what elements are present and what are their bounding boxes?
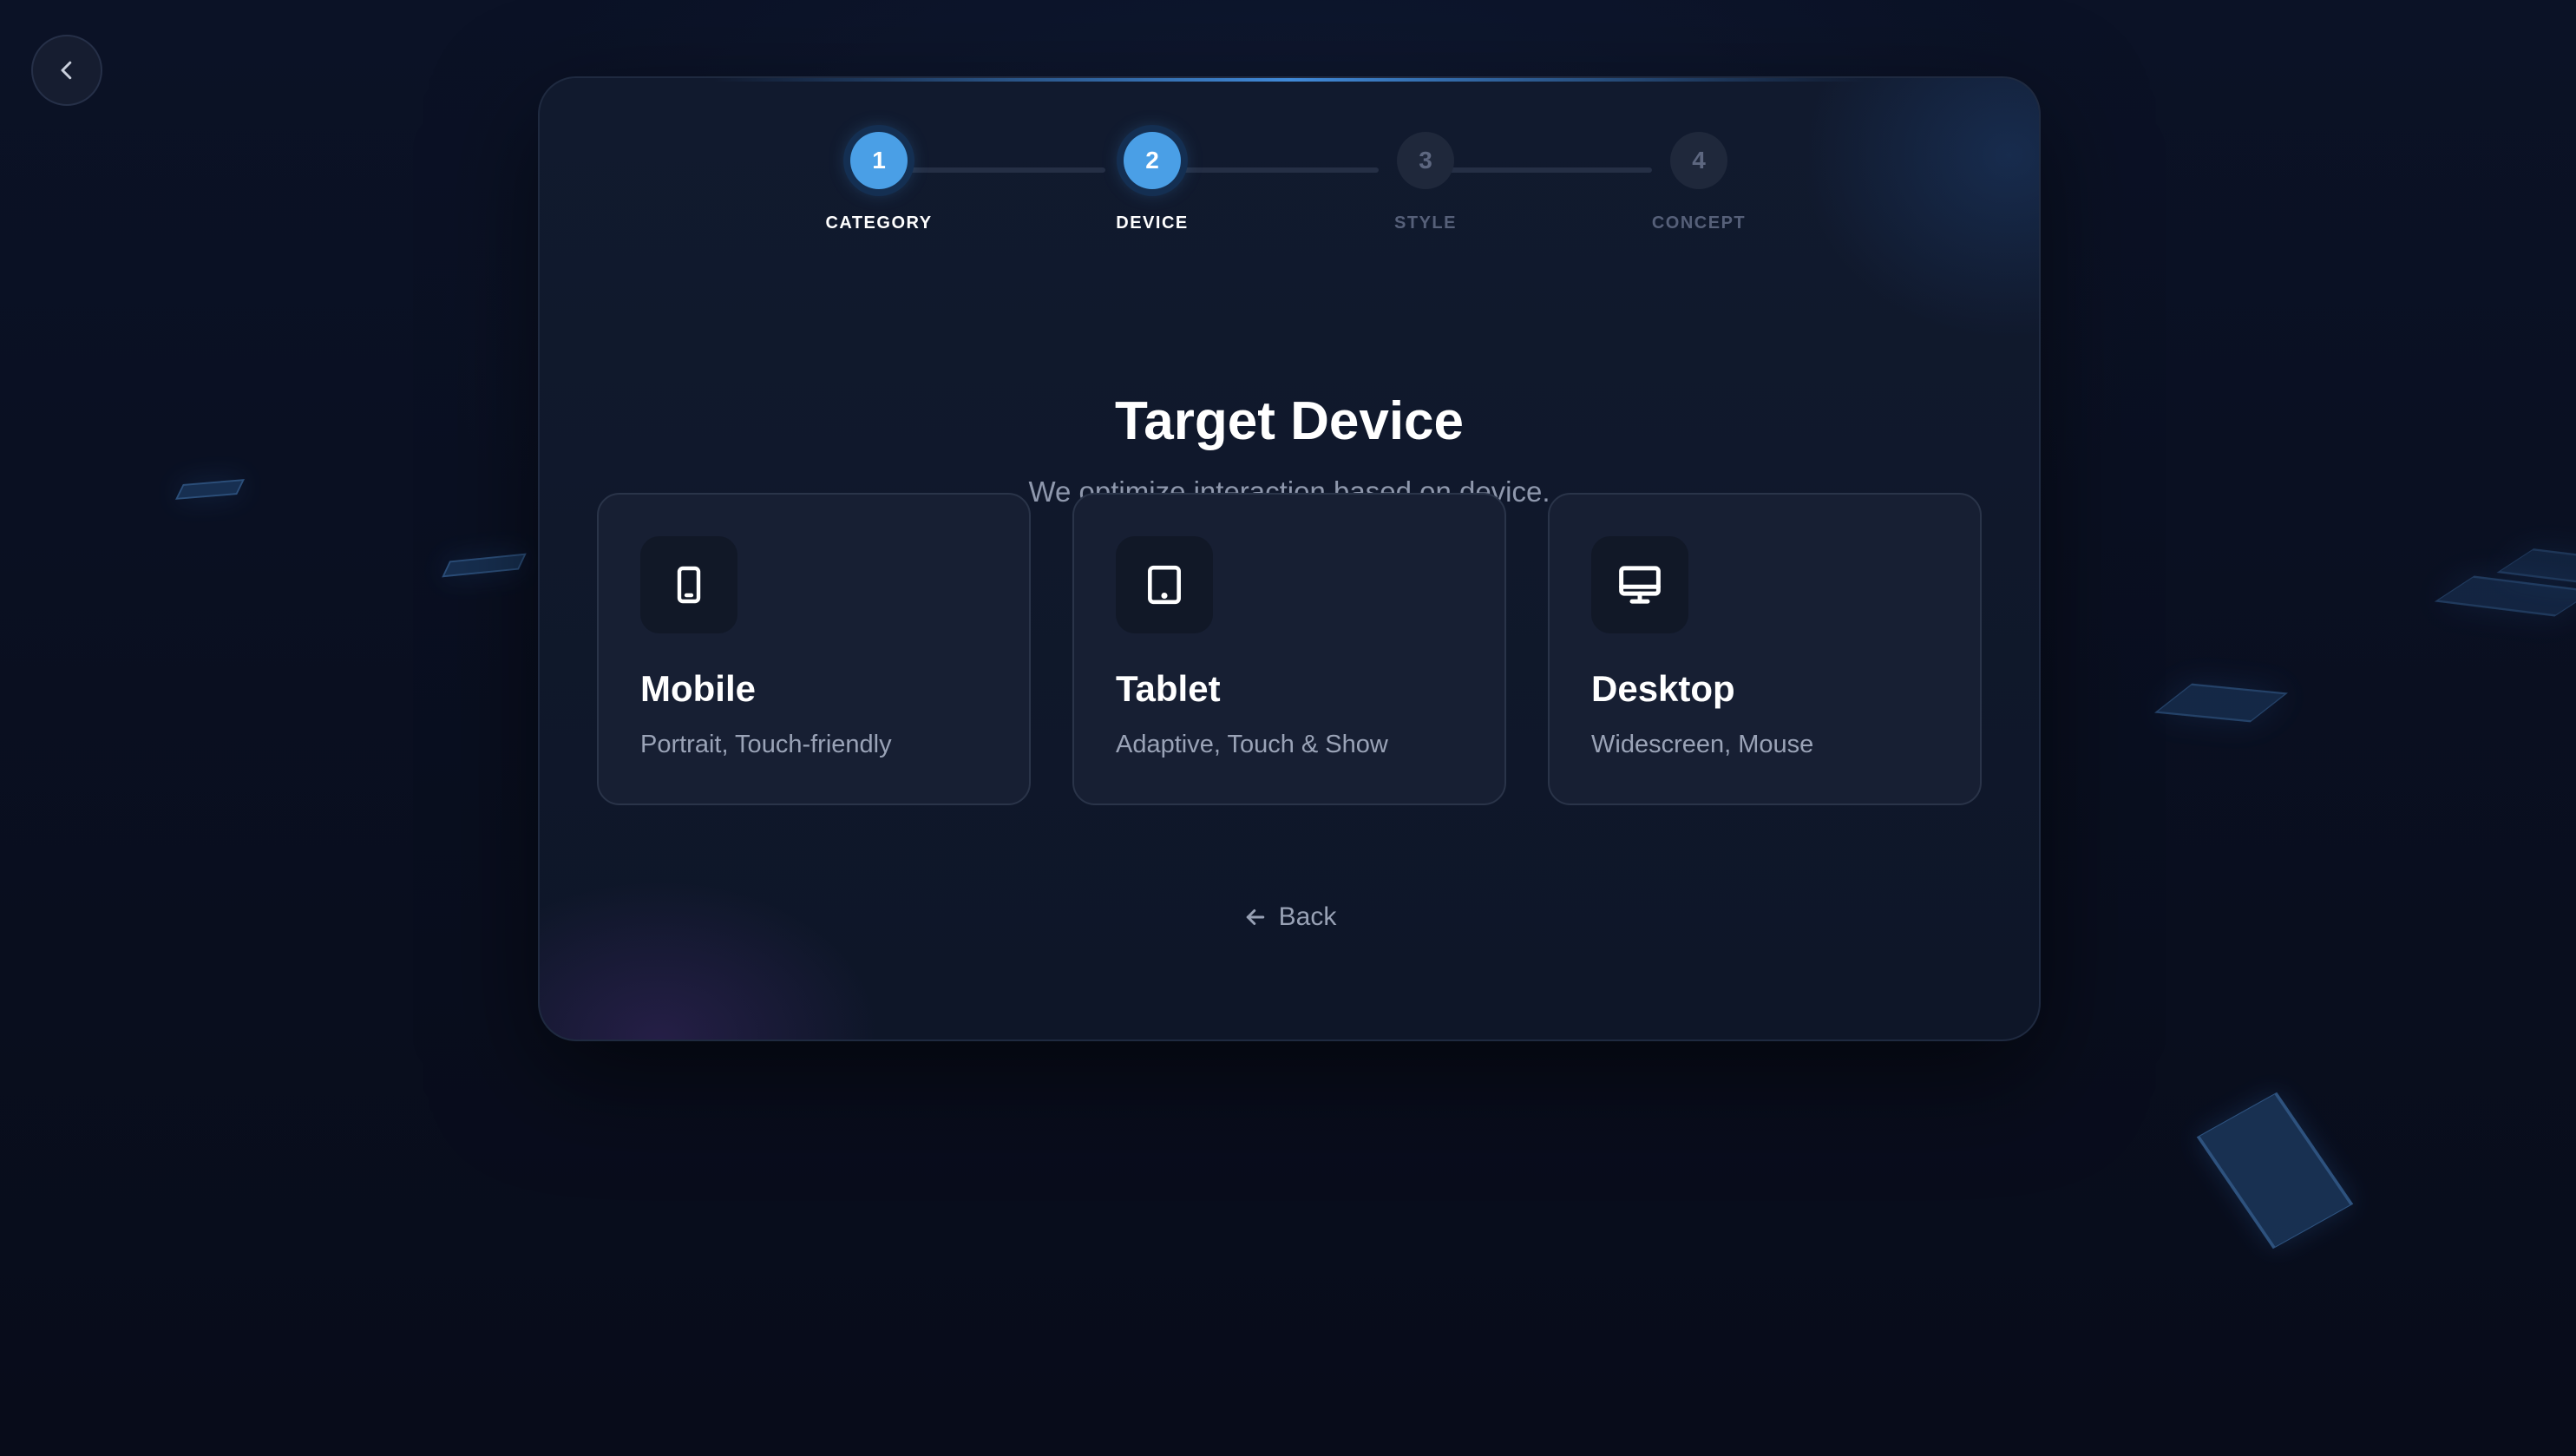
chevron-left-icon <box>61 61 72 80</box>
device-option-mobile[interactable]: Mobile Portrait, Touch-friendly <box>597 493 1031 805</box>
option-description: Portrait, Touch-friendly <box>640 731 892 758</box>
desktop-icon <box>1619 566 1661 604</box>
step-style: 3 STYLE <box>1339 132 1512 233</box>
app-stage: 1 CATEGORY 2 DEVICE 3 STYLE 4 CONCEPT Ta… <box>0 0 2576 1456</box>
option-icon-box <box>1116 536 1213 633</box>
step-label: DEVICE <box>1116 213 1189 233</box>
option-title: Desktop <box>1591 668 1735 709</box>
device-option-tablet[interactable]: Tablet Adaptive, Touch & Show <box>1072 493 1506 805</box>
decorative-tile <box>2154 683 2288 723</box>
card-top-glow <box>713 78 1865 82</box>
option-description: Widescreen, Mouse <box>1591 731 1814 758</box>
page-title: Target Device <box>1114 391 1465 451</box>
device-option-desktop[interactable]: Desktop Widescreen, Mouse <box>1548 493 1982 805</box>
step-number: 4 <box>1670 132 1727 189</box>
option-title: Mobile <box>640 668 756 709</box>
decorative-tile <box>175 479 245 500</box>
option-title: Tablet <box>1116 668 1221 709</box>
step-device[interactable]: 2 DEVICE <box>1065 132 1239 233</box>
progress-stepper: 1 CATEGORY 2 DEVICE 3 STYLE 4 CONCEPT <box>540 132 2039 236</box>
step-concept: 4 CONCEPT <box>1612 132 1786 233</box>
step-label: STYLE <box>1394 213 1457 233</box>
mobile-icon <box>677 566 701 604</box>
step-number: 1 <box>850 132 908 189</box>
option-description: Adaptive, Touch & Show <box>1116 731 1388 758</box>
step-number: 2 <box>1124 132 1181 189</box>
back-label: Back <box>1278 902 1337 931</box>
step-number: 3 <box>1397 132 1454 189</box>
decorative-tile <box>442 553 527 578</box>
option-icon-box <box>1591 536 1688 633</box>
option-icon-box <box>640 536 737 633</box>
tablet-icon <box>1148 565 1181 605</box>
decorative-tile <box>2496 548 2576 583</box>
wizard-card: 1 CATEGORY 2 DEVICE 3 STYLE 4 CONCEPT Ta… <box>538 76 2041 1041</box>
step-category[interactable]: 1 CATEGORY <box>792 132 966 233</box>
decorative-tile <box>2196 1092 2354 1249</box>
decorative-tile <box>2434 575 2576 617</box>
top-back-button[interactable] <box>31 35 102 106</box>
back-button[interactable]: Back <box>540 902 2039 932</box>
arrow-left-icon <box>1246 909 1264 925</box>
step-label: CATEGORY <box>825 213 933 233</box>
step-label: CONCEPT <box>1651 213 1747 233</box>
